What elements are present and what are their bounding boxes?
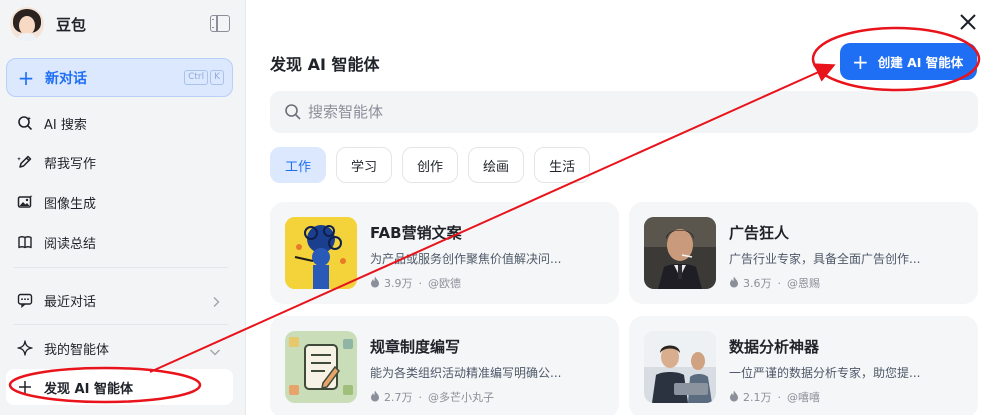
new-chat-button[interactable]: + 新对话 Ctrl K	[6, 58, 233, 97]
usage-count: 3.9万	[384, 277, 413, 290]
create-agent-button[interactable]: + 创建 AI 智能体	[840, 43, 977, 80]
sidebar-item-label: 图像生成	[44, 196, 97, 212]
plus-icon: +	[852, 49, 869, 74]
agent-meta: 2.1万 · @嘻嘻	[729, 389, 820, 405]
usage-count: 2.7万	[384, 391, 413, 404]
agent-author: @恩赐	[787, 277, 820, 290]
usage-count: 3.6万	[743, 277, 772, 290]
sidebar-item-recent-chats[interactable]: 最近对话	[6, 282, 233, 318]
agent-thumbnail	[644, 331, 716, 403]
sidebar-item-label: 最近对话	[44, 294, 97, 310]
agent-meta: 3.6万 · @恩赐	[729, 275, 820, 291]
agent-card[interactable]: 广告狂人 广告行业专家，具备全面广告创作... 3.6万 · @恩赐	[629, 202, 978, 304]
agent-name: 广告狂人	[729, 224, 790, 242]
sidebar-divider	[14, 267, 228, 268]
agent-description: 广告行业专家，具备全面广告创作...	[729, 252, 921, 266]
chevron-right-icon	[211, 293, 221, 312]
tab-work[interactable]: 工作	[270, 147, 327, 183]
agent-card[interactable]: FAB营销文案 为产品或服务创作聚焦价值解决问... 3.9万 · @欧德	[270, 202, 619, 304]
agent-thumbnail	[285, 331, 357, 403]
app-name: 豆包	[56, 15, 87, 34]
avatar[interactable]	[10, 7, 44, 41]
sidebar-item-label: 阅读总结	[44, 236, 97, 252]
sidebar-item-label: 发现 AI 智能体	[44, 381, 133, 397]
search-icon	[284, 103, 302, 121]
tab-drawing[interactable]: 绘画	[468, 147, 525, 183]
agent-name: 数据分析神器	[729, 338, 820, 356]
sidebar-item-label: AI 搜索	[44, 117, 87, 133]
agent-search-bar[interactable]	[270, 91, 978, 133]
category-tabs: 工作 学习 创作 绘画 生活	[270, 147, 591, 183]
flame-icon	[729, 390, 739, 405]
agent-thumbnail	[644, 217, 716, 289]
agent-name: 规章制度编写	[370, 338, 461, 356]
create-agent-label: 创建 AI 智能体	[877, 55, 964, 70]
agent-author: @多芒小丸子	[428, 391, 494, 404]
agent-author: @欧德	[428, 277, 461, 290]
chevron-down-icon	[209, 342, 221, 361]
plus-icon: +	[17, 65, 35, 90]
page-title: 发现 AI 智能体	[270, 55, 380, 74]
discover-panel: 发现 AI 智能体 + 创建 AI 智能体 工作 学习 创作 绘画 生活	[246, 0, 994, 415]
sidebar: 豆包 + 新对话 Ctrl K AI 搜索 帮我写作 图像生成 阅读总结 最近对…	[0, 0, 246, 415]
agent-author: @嘻嘻	[787, 391, 820, 404]
tab-creation[interactable]: 创作	[402, 147, 459, 183]
chat-bubble-icon	[16, 291, 34, 309]
new-chat-label: 新对话	[45, 70, 87, 87]
sidebar-item-ai-search[interactable]: AI 搜索	[6, 105, 233, 141]
agent-description: 能为各类组织活动精准编写明确公...	[370, 366, 562, 380]
close-icon[interactable]	[958, 12, 978, 32]
tab-study[interactable]: 学习	[336, 147, 393, 183]
shortcut-key-k: K	[210, 70, 224, 85]
agent-card[interactable]: 数据分析神器 一位严谨的数据分析专家，助您提... 2.1万 · @嘻嘻	[629, 316, 978, 415]
search-spark-icon	[16, 114, 34, 132]
sidebar-header: 豆包	[10, 6, 236, 42]
sidebar-toggle-icon[interactable]	[210, 15, 230, 32]
agent-card[interactable]: 规章制度编写 能为各类组织活动精准编写明确公... 2.7万 · @多芒小丸子	[270, 316, 619, 415]
usage-count: 2.1万	[743, 391, 772, 404]
agent-description: 为产品或服务创作聚焦价值解决问...	[370, 252, 562, 266]
sidebar-item-label: 我的智能体	[44, 342, 110, 358]
sidebar-item-writing[interactable]: 帮我写作	[6, 144, 233, 180]
sparkle-icon	[16, 339, 34, 357]
agent-description: 一位严谨的数据分析专家，助您提...	[729, 366, 921, 380]
agent-thumbnail	[285, 217, 357, 289]
agent-meta: 3.9万 · @欧德	[370, 275, 461, 291]
agent-name: FAB营销文案	[370, 224, 462, 242]
search-input[interactable]	[308, 103, 948, 121]
sidebar-item-label: 帮我写作	[44, 156, 97, 172]
image-icon	[16, 193, 34, 211]
sidebar-item-discover-agents[interactable]: 发现 AI 智能体	[6, 369, 233, 405]
flame-icon	[729, 276, 739, 291]
sidebar-item-my-agents[interactable]: 我的智能体	[6, 330, 233, 366]
pen-icon	[16, 153, 34, 171]
shortcut-key-ctrl: Ctrl	[184, 70, 209, 85]
book-icon	[16, 233, 34, 251]
flame-icon	[370, 390, 380, 405]
tab-life[interactable]: 生活	[534, 147, 591, 183]
agent-meta: 2.7万 · @多芒小丸子	[370, 389, 494, 405]
shortcut-hint: Ctrl K	[184, 70, 224, 85]
plus-icon	[16, 378, 34, 396]
sidebar-item-image-gen[interactable]: 图像生成	[6, 184, 233, 220]
flame-icon	[370, 276, 380, 291]
sidebar-divider	[14, 324, 228, 325]
sidebar-item-reading[interactable]: 阅读总结	[6, 224, 233, 260]
